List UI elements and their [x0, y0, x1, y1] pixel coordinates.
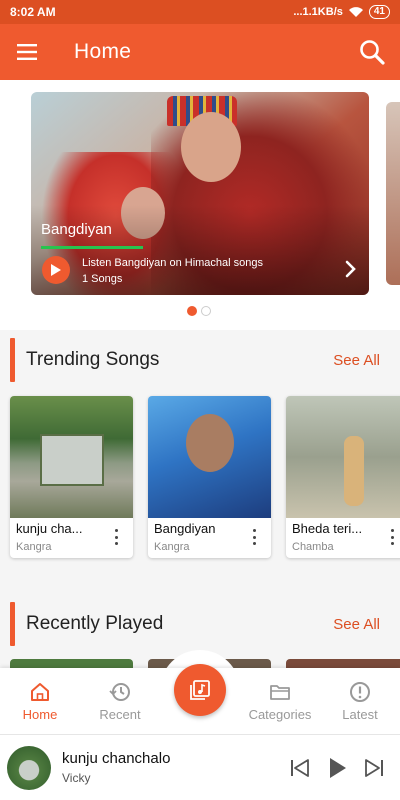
song-thumbnail — [286, 396, 400, 518]
nav-latest-label: Latest — [342, 707, 378, 722]
banner-next-button[interactable] — [345, 260, 357, 283]
banner-song-count: 1 Songs — [82, 273, 123, 285]
status-time: 8:02 AM — [10, 5, 56, 19]
banner-progress-bar — [41, 246, 143, 249]
trending-list: kunju cha... Kangra Bangdiyan Kangra Bhe… — [10, 396, 400, 558]
song-name: kunju cha... — [16, 521, 83, 536]
music-library-icon — [190, 680, 210, 700]
banner-play-button[interactable] — [42, 256, 70, 284]
nav-home[interactable]: Home — [0, 668, 80, 734]
next-banner-preview[interactable] — [386, 102, 400, 285]
now-playing-artwork — [7, 745, 51, 790]
nav-latest[interactable]: Latest — [320, 668, 400, 734]
song-card[interactable]: Bangdiyan Kangra — [148, 396, 271, 558]
section-accent-bar — [10, 602, 15, 646]
search-icon — [360, 40, 385, 65]
carousel-dot[interactable] — [201, 306, 211, 316]
trending-title: Trending Songs — [26, 349, 160, 370]
now-playing-title: kunju chanchalo — [62, 750, 171, 767]
recent-title: Recently Played — [26, 613, 164, 634]
song-name: Bangdiyan — [154, 521, 216, 536]
history-icon — [109, 683, 130, 701]
song-name: Bheda teri... — [292, 521, 363, 536]
section-accent-bar — [10, 338, 15, 382]
home-icon — [31, 683, 49, 701]
trending-section-header: Trending Songs See All — [0, 337, 400, 383]
search-button[interactable] — [344, 24, 400, 80]
music-library-button[interactable] — [174, 664, 226, 716]
nav-home-label: Home — [22, 707, 58, 722]
nav-categories-label: Categories — [248, 707, 312, 722]
battery-indicator: 41 — [368, 5, 390, 19]
network-speed: ...1.1KB/s — [293, 6, 343, 18]
skip-previous-icon[interactable] — [288, 757, 312, 779]
more-options-icon[interactable] — [387, 529, 397, 545]
song-card[interactable]: Bheda teri... Chamba — [286, 396, 400, 558]
song-region: Kangra — [16, 541, 52, 553]
banner-title: Bangdiyan — [41, 221, 112, 238]
carousel-dot-active[interactable] — [187, 306, 197, 316]
song-thumbnail — [148, 396, 271, 518]
chevron-right-icon — [345, 260, 356, 278]
song-region: Chamba — [292, 541, 334, 553]
banner-description: Listen Bangdiyan on Himachal songs — [82, 257, 264, 269]
play-icon — [51, 264, 61, 276]
banner-card[interactable]: Bangdiyan Listen Bangdiyan on Himachal s… — [31, 92, 369, 295]
carousel-indicator — [187, 306, 211, 316]
song-card[interactable]: kunju cha... Kangra — [10, 396, 133, 558]
alert-clock-icon — [350, 682, 370, 702]
more-options-icon[interactable] — [249, 529, 259, 545]
nav-recent[interactable]: Recent — [80, 668, 160, 734]
banner-carousel: Bangdiyan Listen Bangdiyan on Himachal s… — [0, 80, 400, 330]
menu-button[interactable] — [0, 24, 56, 80]
recent-see-all-button[interactable]: See All — [333, 616, 380, 633]
more-options-icon[interactable] — [111, 529, 121, 545]
song-region: Kangra — [154, 541, 190, 553]
wifi-icon — [348, 7, 363, 17]
now-playing-artist: Vicky — [62, 771, 91, 785]
mini-player[interactable]: kunju chanchalo Vicky — [0, 734, 400, 800]
app-bar: Home — [0, 24, 400, 80]
nav-recent-label: Recent — [99, 707, 141, 722]
recent-section-header: Recently Played See All — [0, 601, 400, 647]
hamburger-menu-icon — [17, 44, 37, 60]
song-thumbnail — [10, 396, 133, 518]
status-bar: 8:02 AM ...1.1KB/s 41 — [0, 0, 400, 24]
nav-categories[interactable]: Categories — [240, 668, 320, 734]
folder-icon — [270, 685, 290, 700]
page-title: Home — [74, 40, 132, 63]
skip-next-icon[interactable] — [362, 757, 386, 779]
play-icon[interactable] — [326, 756, 348, 780]
trending-see-all-button[interactable]: See All — [333, 352, 380, 369]
